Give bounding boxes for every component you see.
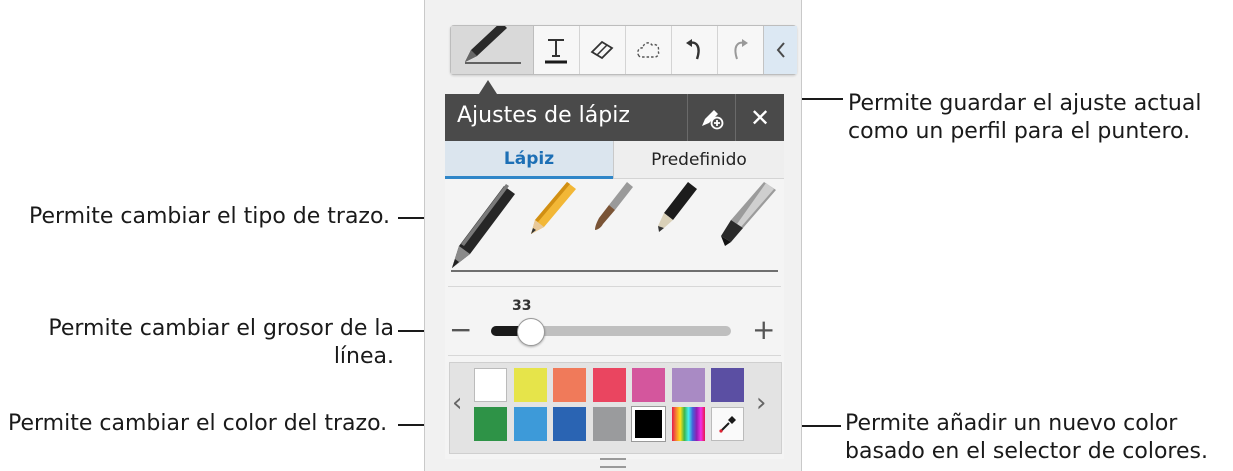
eyedropper-icon [718, 416, 736, 433]
pen-type-pencil[interactable] [531, 182, 576, 234]
settings-tabs: Lápiz Predefinido [445, 141, 784, 179]
save-pen-profile-icon [702, 109, 724, 129]
panel-pointer [479, 80, 497, 94]
tab-predefinido[interactable]: Predefinido [613, 141, 784, 179]
pen-icon [465, 26, 521, 64]
collapse-toolbar-button[interactable] [763, 26, 797, 74]
divider-thickness [448, 355, 781, 356]
swatch-000000[interactable] [631, 406, 666, 442]
swatch-a98ac4[interactable] [671, 368, 705, 402]
callout-add-color-line1: Permite añadir un nuevo color [845, 411, 1178, 436]
save-profile-button[interactable] [687, 94, 736, 141]
swatch-2e9347[interactable] [474, 407, 507, 441]
thickness-value: 33 [512, 298, 532, 314]
swatch-3d9ad9[interactable] [513, 407, 547, 441]
swatch-9a9b9d[interactable] [592, 407, 626, 441]
callout-add-color: Permite añadir un nuevo color basado en … [845, 410, 1208, 466]
color-picker-button[interactable] [711, 407, 744, 441]
swatch-ea4560[interactable] [592, 368, 626, 402]
pen-settings-header: Ajustes de lápiz ✕ [445, 94, 784, 141]
palette-prev-button[interactable]: ‹ [452, 388, 462, 418]
pen-type-calligraphy[interactable] [721, 182, 776, 246]
drag-handle[interactable] [600, 458, 626, 468]
redo-icon [734, 39, 748, 60]
pen-tool-button[interactable] [451, 26, 534, 74]
swatch-ffffff[interactable] [474, 368, 507, 402]
close-icon: ✕ [749, 103, 771, 132]
eraser-icon [590, 40, 614, 60]
pen-type-brush[interactable] [595, 182, 633, 230]
swatch-5b4fa3[interactable] [711, 368, 744, 402]
tab-lapiz[interactable]: Lápiz [445, 141, 613, 179]
text-icon [545, 39, 567, 64]
pen-type-marker[interactable] [658, 182, 697, 232]
lasso-icon [637, 42, 660, 58]
swatch-d4569d[interactable] [632, 368, 665, 402]
pen-type-selector [452, 182, 776, 268]
callout-save-profile-line1: Permite guardar el ajuste actual [848, 91, 1202, 116]
panel-title: Ajustes de lápiz [457, 103, 630, 128]
thickness-slider-thumb[interactable] [517, 318, 545, 346]
swatch-spectrum[interactable] [671, 407, 705, 441]
undo-button[interactable] [671, 26, 718, 74]
callout-save-profile-line2: como un perfil para el puntero. [848, 119, 1191, 144]
lasso-tool-button[interactable] [625, 26, 672, 74]
eraser-tool-button[interactable] [579, 26, 626, 74]
pen-type-ballpoint[interactable] [452, 184, 515, 268]
callout-save-profile: Permite guardar el ajuste actual como un… [848, 90, 1201, 146]
close-button[interactable]: ✕ [735, 94, 784, 141]
pen-toolbar [450, 25, 797, 75]
chevron-left-icon [776, 42, 785, 58]
text-tool-button[interactable] [533, 26, 580, 74]
callout-line-thickness: Permite cambiar el grosor de la línea. [36, 315, 394, 371]
increase-thickness-button[interactable]: + [752, 316, 775, 344]
redo-button[interactable] [717, 26, 763, 74]
callout-add-color-line2: basado en el selector de colores. [845, 439, 1208, 464]
swatch-f07a5a[interactable] [553, 368, 586, 402]
callout-stroke-type: Permite cambiar el tipo de trazo. [29, 204, 391, 229]
callout-line-thickness-line2: línea. [333, 344, 394, 369]
decrease-thickness-button[interactable]: − [449, 316, 472, 344]
swatch-2a64b3[interactable] [553, 407, 586, 441]
undo-icon [686, 39, 700, 60]
callout-stroke-color: Permite cambiar el color del trazo. [8, 411, 388, 436]
palette-next-button[interactable]: › [756, 388, 766, 418]
callout-line-thickness-line1: Permite cambiar el grosor de la [48, 316, 394, 341]
pen-preview-line [451, 270, 778, 272]
divider-pens [448, 286, 781, 287]
swatch-e6e44a[interactable] [513, 368, 547, 402]
